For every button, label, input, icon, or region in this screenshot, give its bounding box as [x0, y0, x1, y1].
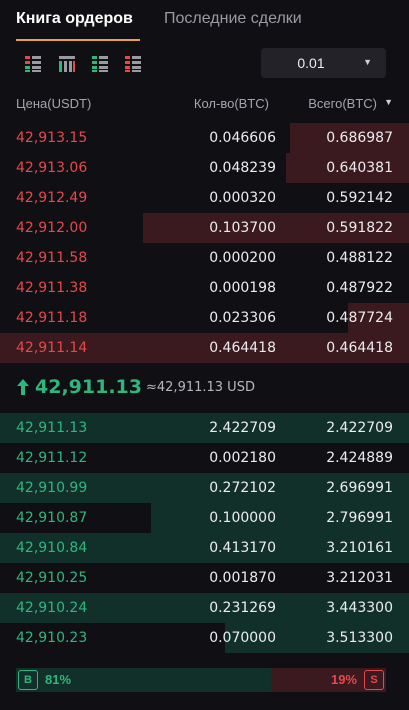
- total-cell: 0.592142: [326, 190, 393, 206]
- last-price: 42,911.13: [35, 376, 142, 398]
- qty-cell: 0.002180: [209, 450, 276, 466]
- qty-cell: 0.464418: [209, 340, 276, 356]
- qty-cell: 0.231269: [209, 600, 276, 616]
- qty-cell: 0.070000: [209, 630, 276, 646]
- last-price-row: 42,911.13 ≈42,911.13 USD: [0, 370, 409, 406]
- price-cell: 42,910.84: [16, 540, 88, 556]
- price-cell: 42,911.38: [16, 280, 88, 296]
- bid-row[interactable]: 42,911.12 0.002180 2.424889: [0, 443, 409, 473]
- ask-row[interactable]: 42,912.00 0.103700 0.591822: [0, 213, 409, 243]
- price-cell: 42,911.58: [16, 250, 88, 266]
- ask-row[interactable]: 42,911.14 0.464418 0.464418: [0, 333, 409, 363]
- total-column-header[interactable]: Всего(BTC): [308, 96, 377, 111]
- total-cell: 3.513300: [326, 630, 393, 646]
- orderbook-both-icon[interactable]: [24, 55, 42, 73]
- total-cell: 0.487922: [326, 280, 393, 296]
- price-cell: 42,910.23: [16, 630, 88, 646]
- total-cell: 0.640381: [326, 160, 393, 176]
- total-cell: 0.488122: [326, 250, 393, 266]
- bid-row[interactable]: 42,910.87 0.100000 2.796991: [0, 503, 409, 533]
- price-cell: 42,910.24: [16, 600, 88, 616]
- ask-row[interactable]: 42,912.49 0.000320 0.592142: [0, 183, 409, 213]
- qty-cell: 0.001870: [209, 570, 276, 586]
- orderbook-bids-icon[interactable]: [91, 55, 109, 73]
- total-cell: 3.443300: [326, 600, 393, 616]
- total-cell: 0.591822: [326, 220, 393, 236]
- price-cell: 42,911.18: [16, 310, 88, 326]
- orderbook-toolbar: 0.01 ▼: [0, 48, 409, 82]
- price-cell: 42,912.49: [16, 190, 88, 206]
- total-cell: 2.796991: [326, 510, 393, 526]
- price-cell: 42,911.13: [16, 420, 88, 436]
- bid-row[interactable]: 42,910.99 0.272102 2.696991: [0, 473, 409, 503]
- price-cell: 42,910.99: [16, 480, 88, 496]
- ask-row[interactable]: 42,913.06 0.048239 0.640381: [0, 153, 409, 183]
- orderbook-asks-icon[interactable]: [124, 55, 142, 73]
- qty-cell: 0.046606: [209, 130, 276, 146]
- bid-row[interactable]: 42,911.13 2.422709 2.422709: [0, 413, 409, 443]
- ask-row[interactable]: 42,911.18 0.023306 0.487724: [0, 303, 409, 333]
- total-cell: 3.212031: [326, 570, 393, 586]
- price-cell: 42,912.00: [16, 220, 88, 236]
- qty-cell: 0.000198: [209, 280, 276, 296]
- orderbook-tabs: Книга ордеров Последние сделки: [0, 0, 409, 44]
- qty-cell: 0.100000: [209, 510, 276, 526]
- buy-badge: B: [18, 670, 38, 690]
- total-cell: 2.422709: [326, 420, 393, 436]
- total-cell: 0.686987: [326, 130, 393, 146]
- sell-badge: S: [364, 670, 384, 690]
- price-cell: 42,911.14: [16, 340, 88, 356]
- price-cell: 42,913.06: [16, 160, 88, 176]
- bid-row[interactable]: 42,910.24 0.231269 3.443300: [0, 593, 409, 623]
- buy-sell-ratio-bar: B 81% 19% S: [16, 668, 386, 692]
- total-cell: 0.487724: [326, 310, 393, 326]
- caret-down-icon: ▼: [363, 57, 372, 67]
- price-column-header: Цена(USDT): [16, 96, 92, 111]
- arrow-up-icon: [17, 379, 29, 395]
- total-cell: 3.210161: [326, 540, 393, 556]
- price-cell: 42,910.25: [16, 570, 88, 586]
- qty-cell: 0.272102: [209, 480, 276, 496]
- price-cell: 42,911.12: [16, 450, 88, 466]
- caret-down-icon[interactable]: ▼: [384, 97, 393, 107]
- bid-row[interactable]: 42,910.84 0.413170 3.210161: [0, 533, 409, 563]
- ask-row[interactable]: 42,913.15 0.046606 0.686987: [0, 123, 409, 153]
- active-tab-underline: [16, 39, 140, 41]
- orderbook-column-headers: Цена(USDT) Кол-во(BTC) Всего(BTC) ▼: [0, 92, 409, 114]
- tab-order-book[interactable]: Книга ордеров: [16, 9, 133, 29]
- qty-cell: 0.103700: [209, 220, 276, 236]
- price-cell: 42,913.15: [16, 130, 88, 146]
- sell-percent: 19%: [330, 672, 357, 687]
- buy-percent: 81%: [45, 672, 72, 687]
- total-cell: 0.464418: [326, 340, 393, 356]
- precision-select[interactable]: 0.01 ▼: [261, 48, 386, 78]
- qty-cell: 0.413170: [209, 540, 276, 556]
- precision-value: 0.01: [297, 55, 325, 71]
- qty-cell: 0.023306: [209, 310, 276, 326]
- qty-column-header: Кол-во(BTC): [193, 96, 269, 111]
- total-cell: 2.696991: [326, 480, 393, 496]
- ask-row[interactable]: 42,911.38 0.000198 0.487922: [0, 273, 409, 303]
- qty-cell: 0.048239: [209, 160, 276, 176]
- tab-recent-trades[interactable]: Последние сделки: [164, 9, 302, 29]
- bid-row[interactable]: 42,910.23 0.070000 3.513300: [0, 623, 409, 653]
- qty-cell: 0.000200: [209, 250, 276, 266]
- orderbook-grid-icon[interactable]: [58, 55, 76, 73]
- qty-cell: 0.000320: [209, 190, 276, 206]
- qty-cell: 2.422709: [209, 420, 276, 436]
- bid-row[interactable]: 42,910.25 0.001870 3.212031: [0, 563, 409, 593]
- last-price-usd: ≈42,911.13 USD: [146, 380, 255, 395]
- total-cell: 2.424889: [326, 450, 393, 466]
- price-cell: 42,910.87: [16, 510, 88, 526]
- ask-row[interactable]: 42,911.58 0.000200 0.488122: [0, 243, 409, 273]
